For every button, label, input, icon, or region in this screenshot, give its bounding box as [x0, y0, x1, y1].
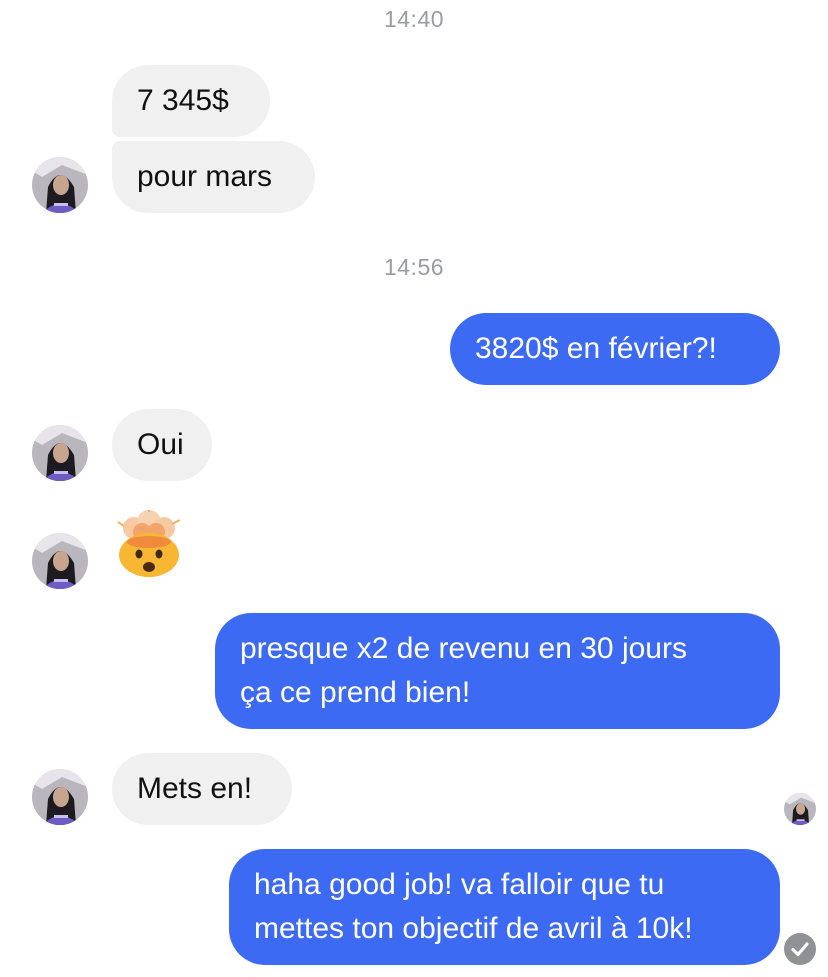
incoming-message[interactable]: Mets en!	[112, 753, 292, 825]
message-line: presque x2 de revenu en 30 jours	[240, 632, 687, 665]
incoming-message[interactable]: 7 345$	[112, 65, 270, 137]
outgoing-message[interactable]: haha good job! va falloir que tu mettes …	[229, 849, 780, 965]
incoming-message[interactable]: pour mars	[112, 141, 315, 213]
message-text: Oui	[137, 428, 184, 461]
timestamp: 14:56	[383, 254, 445, 280]
message-line: haha good job! va falloir que tu	[254, 868, 665, 901]
timestamp: 14:40	[383, 6, 445, 32]
read-receipt-avatar-icon	[784, 793, 816, 825]
incoming-message[interactable]: Oui	[112, 409, 212, 481]
contact-avatar-icon[interactable]	[32, 157, 88, 213]
message-text: 3820$ en février?!	[475, 332, 717, 365]
exploding-head-emoji[interactable]	[114, 508, 184, 580]
message-text: Mets en!	[137, 772, 253, 805]
delivered-check-icon	[784, 933, 816, 965]
message-text: pour mars	[137, 160, 273, 193]
contact-avatar-icon[interactable]	[32, 425, 88, 481]
message-line: ça ce prend bien!	[240, 676, 471, 709]
contact-avatar-icon[interactable]	[32, 533, 88, 589]
outgoing-message[interactable]: 3820$ en février?!	[450, 313, 780, 385]
contact-avatar-icon[interactable]	[32, 769, 88, 825]
outgoing-message[interactable]: presque x2 de revenu en 30 jours ça ce p…	[215, 613, 780, 729]
message-line: mettes ton objectif de avril à 10k!	[254, 912, 693, 945]
message-text: 7 345$	[137, 84, 229, 117]
